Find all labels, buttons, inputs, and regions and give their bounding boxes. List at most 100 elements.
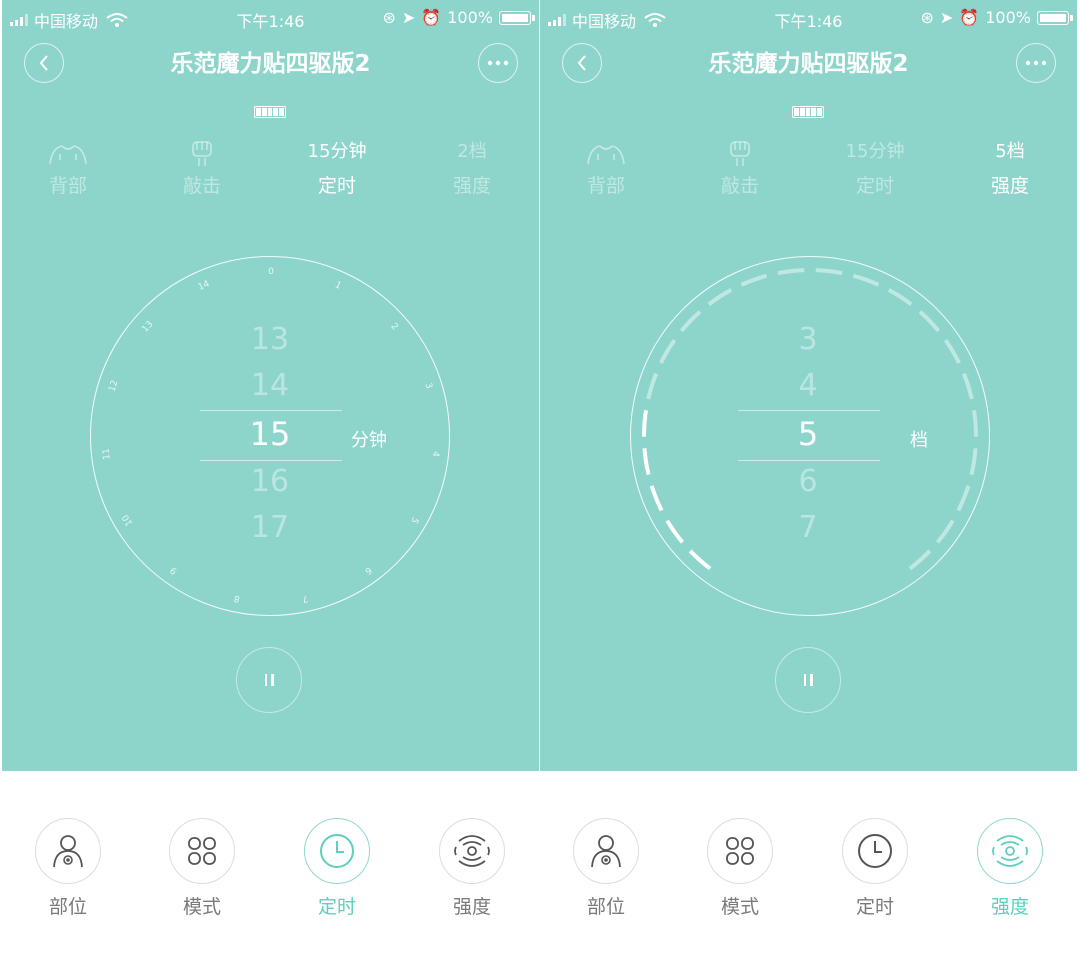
- intensity-segment: [777, 268, 805, 276]
- pause-button[interactable]: [775, 647, 841, 713]
- tab-body-part[interactable]: 背部: [556, 140, 656, 200]
- tab-label: 定时: [317, 175, 356, 197]
- intensity-segment: [887, 288, 913, 306]
- nav-label: 部位: [586, 896, 625, 918]
- nav-body-part[interactable]: 部位: [556, 818, 656, 919]
- back-body-icon: [556, 140, 656, 165]
- location-icon: ➤: [401, 8, 416, 27]
- battery-icon: [1037, 10, 1073, 25]
- dial-tick-label: 10: [120, 512, 136, 527]
- intensity-segment: [969, 448, 978, 476]
- dial-tick-label: 5: [408, 514, 420, 525]
- picker-value[interactable]: 4: [733, 368, 883, 403]
- tab-mode[interactable]: 敲击: [152, 140, 252, 200]
- intensity-segment: [961, 372, 974, 400]
- nav-intensity[interactable]: 强度: [422, 818, 522, 919]
- nav-timer[interactable]: 定时: [287, 818, 387, 919]
- picker-value[interactable]: 17: [195, 510, 345, 545]
- tab-label: 强度: [452, 175, 491, 197]
- status-right: ⊛ ➤ ⏰ 100%: [920, 8, 1073, 27]
- more-dots-icon: [1025, 60, 1047, 66]
- dial-tick-label: 1: [333, 280, 343, 292]
- tab-label: 强度: [990, 175, 1029, 197]
- timer-screen: 中国移动 下午1:46 ⊛ ➤ ⏰ 100% 乐范魔力贴四驱版2 背部 敲击 1…: [2, 0, 539, 964]
- tab-value: 2档: [457, 141, 487, 162]
- intensity-segment: [649, 485, 664, 512]
- fist-icon: [152, 140, 252, 166]
- battery-icon: [499, 10, 535, 25]
- back-body-icon: [18, 140, 118, 165]
- intensity-segment: [943, 338, 961, 364]
- tab-label: 定时: [855, 175, 894, 197]
- pause-icon: [264, 674, 267, 686]
- tab-value: 5档: [995, 141, 1025, 162]
- grid-icon: [169, 818, 235, 884]
- picker-value[interactable]: 13: [195, 322, 345, 357]
- intensity-segment: [908, 549, 932, 571]
- dial-tick-label: 6: [362, 564, 374, 577]
- dial-tick-label: 2: [387, 321, 400, 333]
- nav-intensity[interactable]: 强度: [960, 818, 1060, 919]
- page-title: 乐范魔力贴四驱版2: [708, 51, 909, 77]
- picker-value[interactable]: 6: [733, 464, 883, 499]
- picker-divider: [200, 410, 342, 411]
- pause-button[interactable]: [236, 647, 302, 713]
- nav-body-part[interactable]: 部位: [18, 818, 118, 919]
- nav-label: 定时: [855, 896, 894, 918]
- status-bar: 中国移动 下午1:46 ⊛ ➤ ⏰ 100%: [2, 0, 539, 34]
- picker-unit: 分钟: [351, 430, 387, 451]
- location-icon: ➤: [939, 8, 954, 27]
- orientation-lock-icon: ⊛: [920, 8, 934, 27]
- nav-label: 模式: [182, 896, 221, 918]
- nav-timer[interactable]: 定时: [825, 818, 925, 919]
- waves-icon: [439, 818, 505, 884]
- intensity-segment: [935, 519, 955, 544]
- alarm-icon: ⏰: [959, 8, 980, 27]
- picker-selected-value[interactable]: 5: [733, 415, 883, 453]
- picker-divider: [200, 460, 342, 461]
- picker-value[interactable]: 3: [733, 322, 883, 357]
- tab-intensity[interactable]: 2档 强度: [422, 140, 522, 200]
- intensity-segment: [740, 273, 768, 287]
- tab-intensity[interactable]: 5档 强度: [960, 140, 1060, 200]
- waves-icon: [977, 818, 1043, 884]
- more-dots-icon: [487, 60, 509, 66]
- battery-percent: 100%: [985, 8, 1031, 27]
- tab-timer[interactable]: 15分钟 定时: [825, 140, 925, 200]
- picker-value[interactable]: 7: [733, 510, 883, 545]
- intensity-segment: [956, 485, 971, 512]
- dial-tick-label: 9: [168, 564, 180, 577]
- tab-label: 敲击: [720, 175, 759, 197]
- nav-mode[interactable]: 模式: [690, 818, 790, 919]
- picker-divider: [738, 460, 880, 461]
- nav-label: 部位: [48, 896, 87, 918]
- person-icon: [573, 818, 639, 884]
- intensity-segment: [972, 409, 978, 437]
- tab-label: 敲击: [182, 175, 221, 197]
- intensity-segment: [642, 409, 648, 437]
- dial-tick-label: 7: [301, 592, 310, 604]
- dial-tick-label: 14: [196, 279, 212, 294]
- intensity-segment: [642, 448, 651, 476]
- tab-value: 15分钟: [845, 141, 905, 162]
- tab-body-part[interactable]: 背部: [18, 140, 118, 200]
- more-button[interactable]: [1016, 43, 1056, 83]
- nav-mode[interactable]: 模式: [152, 818, 252, 919]
- intensity-screen: 中国移动 下午1:46 ⊛ ➤ ⏰ 100% 乐范魔力贴四驱版2 背部 敲击 1…: [540, 0, 1077, 964]
- device-battery-icon: [792, 106, 824, 118]
- more-button[interactable]: [478, 43, 518, 83]
- intensity-segment: [707, 288, 733, 306]
- tab-mode[interactable]: 敲击: [690, 140, 790, 200]
- dial-tick-label: 13: [140, 318, 156, 335]
- dial-tick-label: 3: [422, 381, 434, 391]
- picker-selected-value[interactable]: 15: [195, 415, 345, 453]
- dial-tick-label: 12: [107, 379, 121, 393]
- nav-label: 定时: [317, 896, 356, 918]
- status-bar: 中国移动 下午1:46 ⊛ ➤ ⏰ 100%: [540, 0, 1077, 34]
- picker-value[interactable]: 14: [195, 368, 345, 403]
- tab-timer[interactable]: 15分钟 定时: [287, 140, 387, 200]
- device-battery-icon: [254, 106, 286, 118]
- dial-tick-label: 4: [429, 450, 441, 458]
- intensity-segment: [679, 310, 702, 333]
- picker-value[interactable]: 16: [195, 464, 345, 499]
